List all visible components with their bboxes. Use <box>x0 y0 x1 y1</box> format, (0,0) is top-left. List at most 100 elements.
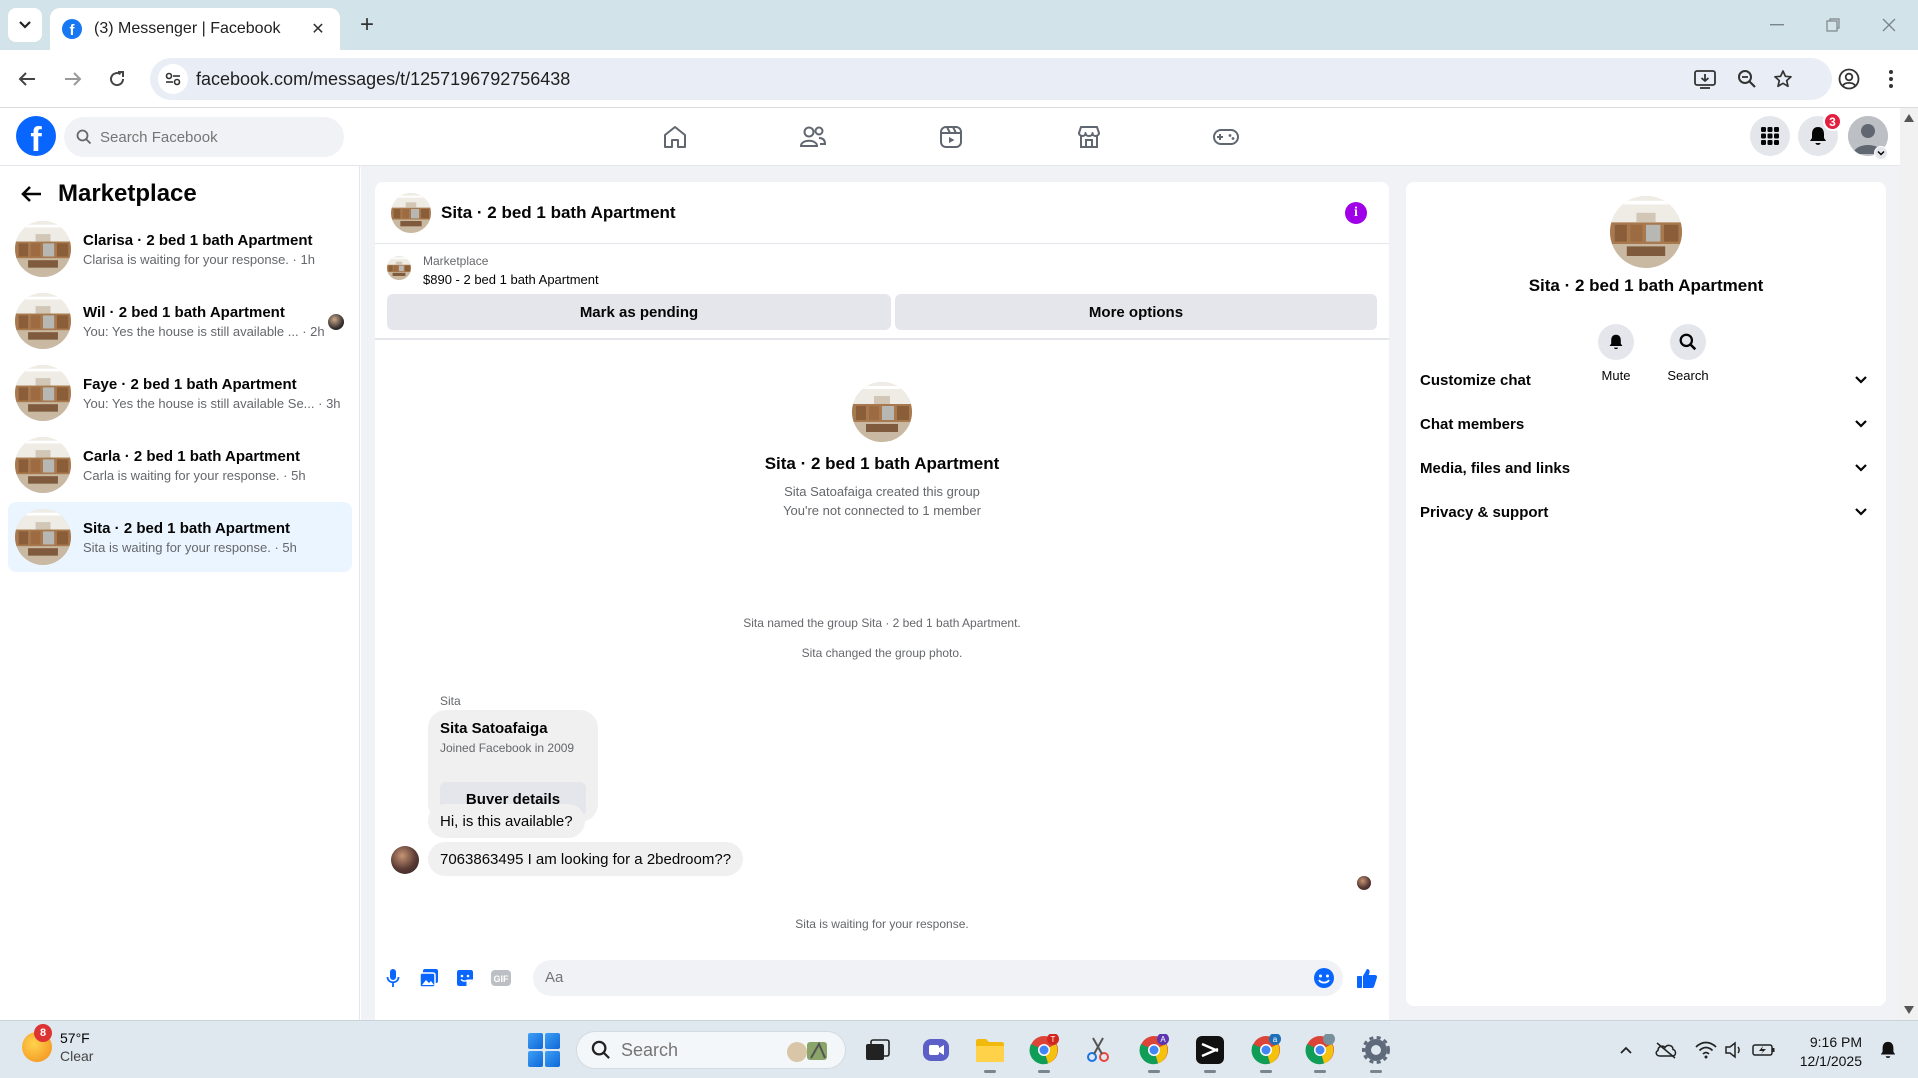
system-clock[interactable]: 9:16 PM 12/1/2025 <box>1790 1033 1862 1071</box>
mark-as-pending-button[interactable]: Mark as pending <box>387 294 891 330</box>
sticker-button[interactable] <box>453 966 477 990</box>
message-input-box[interactable] <box>533 960 1343 996</box>
menu-button[interactable] <box>1750 116 1790 156</box>
bookmark-star-icon[interactable] <box>1770 66 1796 92</box>
chat-area: Sita · 2 bed 1 bath Apartment i Marketpl… <box>361 166 1400 1020</box>
minimize-button[interactable] <box>1752 8 1802 42</box>
onedrive-status[interactable] <box>1654 1039 1678 1061</box>
browser-menu-button[interactable] <box>1874 62 1908 96</box>
reload-button[interactable] <box>100 62 134 96</box>
listing-thumbnail-small[interactable] <box>387 256 411 280</box>
read-receipt-avatar <box>1357 876 1371 890</box>
conversation-item[interactable]: Carla · 2 bed 1 bath Apartment Carla is … <box>8 430 352 500</box>
network-status[interactable] <box>1694 1039 1718 1061</box>
settings-app-button[interactable] <box>1358 1032 1394 1073</box>
chevron-down-icon <box>1855 376 1867 384</box>
weather-condition: Clear <box>60 1048 94 1064</box>
cloud-off-icon <box>1655 1042 1677 1059</box>
weather-widget[interactable]: 8 57°F Clear <box>22 1024 94 1065</box>
restore-button[interactable] <box>1808 8 1858 42</box>
profile-button[interactable] <box>1832 62 1866 96</box>
chevron-up-icon <box>1620 1046 1632 1054</box>
chrome-profile-4-button[interactable] <box>1302 1032 1338 1073</box>
conversation-item[interactable]: Wil · 2 bed 1 bath Apartment You: Yes th… <box>8 286 352 356</box>
chat-title[interactable]: Sita · 2 bed 1 bath Apartment <box>441 203 676 223</box>
listing-thumbnail <box>15 221 71 277</box>
sender-avatar[interactable] <box>391 846 419 874</box>
message-input[interactable] <box>545 969 1285 986</box>
conversation-item-active[interactable]: Sita · 2 bed 1 bath Apartment Sita is wa… <box>8 502 352 572</box>
gif-label: GIF <box>494 974 510 984</box>
back-button[interactable] <box>10 62 44 96</box>
thumbs-up-icon <box>1357 969 1378 988</box>
notifications-button[interactable]: 3 <box>1798 112 1842 156</box>
info-group-photo[interactable] <box>1610 196 1682 268</box>
account-chevron-icon[interactable] <box>1874 146 1888 160</box>
nav-gaming[interactable] <box>1196 116 1256 158</box>
nav-marketplace[interactable] <box>1059 116 1119 158</box>
nav-friends[interactable] <box>783 116 843 158</box>
start-button[interactable] <box>528 1033 562 1067</box>
taskbar-search[interactable] <box>576 1031 846 1069</box>
chrome-profile-1-button[interactable]: T <box>1026 1032 1062 1073</box>
close-window-button[interactable] <box>1864 8 1914 42</box>
forward-button[interactable] <box>56 62 90 96</box>
notification-center-button[interactable] <box>1876 1039 1900 1061</box>
message-bubble[interactable]: Hi, is this available? <box>428 804 585 838</box>
facebook-search-input[interactable] <box>100 128 330 146</box>
privacy-support-section[interactable]: Privacy & support <box>1420 494 1876 530</box>
like-button[interactable] <box>1355 966 1379 990</box>
attach-photo-button[interactable] <box>417 966 441 990</box>
nav-video[interactable] <box>921 116 981 158</box>
facebook-search-box[interactable] <box>64 117 344 157</box>
install-app-icon[interactable] <box>1692 66 1718 92</box>
browser-tab-active[interactable]: f (3) Messenger | Facebook ✕ <box>50 8 340 50</box>
address-url[interactable]: facebook.com/messages/t/1257196792756438 <box>196 69 570 90</box>
conversation-item[interactable]: Clarisa · 2 bed 1 bath Apartment Clarisa… <box>8 214 352 284</box>
intro-connected-text: You're not connected to 1 member <box>783 503 981 518</box>
battery-status[interactable] <box>1752 1039 1776 1061</box>
back-arrow-icon[interactable] <box>20 184 42 204</box>
capcut-button[interactable] <box>1192 1032 1228 1073</box>
emoji-icon[interactable] <box>1313 967 1335 989</box>
page-scrollbar[interactable] <box>1900 108 1918 1020</box>
tab-close-icon[interactable]: ✕ <box>308 19 328 39</box>
site-settings-icon[interactable] <box>158 64 188 94</box>
info-icon[interactable]: i <box>1345 202 1367 224</box>
address-bar[interactable]: facebook.com/messages/t/1257196792756438 <box>150 58 1832 100</box>
scroll-down-arrow-icon[interactable] <box>1904 1006 1914 1014</box>
voice-clip-button[interactable] <box>381 966 405 990</box>
media-files-links-section[interactable]: Media, files and links <box>1420 450 1876 486</box>
tab-title: (3) Messenger | Facebook <box>94 20 281 37</box>
bell-icon <box>1609 334 1623 350</box>
chat-group-photo[interactable] <box>391 192 431 233</box>
conversation-name: Wil · 2 bed 1 bath Apartment <box>83 303 285 321</box>
facebook-logo[interactable]: f <box>16 116 56 156</box>
chrome-profile-3-button[interactable]: a <box>1248 1032 1284 1073</box>
intro-group-photo <box>852 382 912 442</box>
message-bubble[interactable]: 7063863495 I am looking for a 2bedroom?? <box>428 842 744 876</box>
customize-chat-section[interactable]: Customize chat <box>1420 362 1876 398</box>
tab-search-button[interactable] <box>8 8 42 42</box>
meet-app-button[interactable] <box>918 1032 954 1068</box>
more-options-button[interactable]: More options <box>895 294 1377 330</box>
section-title: Chat members <box>1420 415 1525 433</box>
zoom-icon[interactable] <box>1734 66 1760 92</box>
listing-price[interactable]: $890 - 2 bed 1 bath Apartment <box>423 272 599 287</box>
gif-button[interactable]: GIF <box>489 966 513 990</box>
search-highlight-icon <box>787 1041 827 1062</box>
chrome-profile-2-button[interactable]: A <box>1136 1032 1172 1073</box>
conversation-preview: Sita is waiting for your response. · 5h <box>83 539 297 555</box>
conversation-item[interactable]: Faye · 2 bed 1 bath Apartment You: Yes t… <box>8 358 352 428</box>
task-view-button[interactable] <box>860 1032 896 1068</box>
file-explorer-button[interactable] <box>972 1032 1008 1073</box>
snipping-tool-button[interactable] <box>1080 1032 1116 1068</box>
taskbar-search-input[interactable] <box>621 1039 771 1061</box>
nav-home[interactable] <box>645 116 705 158</box>
chat-members-section[interactable]: Chat members <box>1420 406 1876 442</box>
new-tab-button[interactable]: + <box>352 10 382 40</box>
clock-time: 9:16 PM <box>1809 1034 1862 1050</box>
show-hidden-icons-button[interactable] <box>1614 1039 1638 1061</box>
volume-control[interactable] <box>1722 1039 1746 1061</box>
scroll-up-arrow-icon[interactable] <box>1904 114 1914 122</box>
